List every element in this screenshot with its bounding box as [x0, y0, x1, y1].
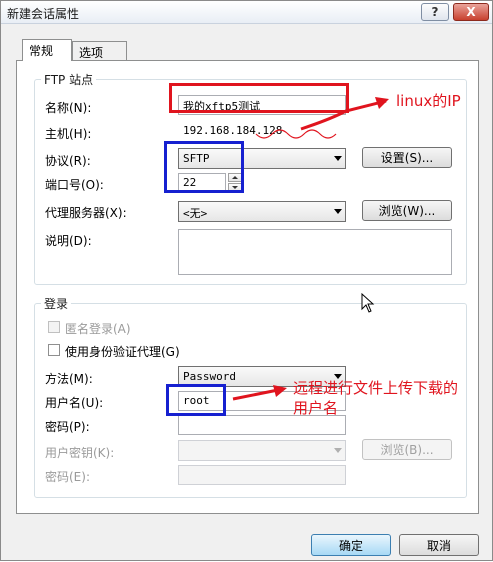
annotation-linux-ip: linux的IP: [396, 92, 461, 110]
annotation-arrows: [232, 97, 389, 401]
annotation-remote-user-line2: 用户名: [293, 399, 339, 417]
tab-general[interactable]: 常规: [22, 39, 72, 61]
mouse-cursor-icon: [361, 293, 375, 313]
session-properties-dialog: 新建会话属性 ? X 常规 选项 FTP 站点 名称(N): 我的xftp5测试…: [0, 0, 493, 561]
arrow-head-icon: [375, 97, 389, 109]
host-underline-squiggle: [255, 129, 337, 139]
annotation-remote-user-line1: 远程进行文件上传下载的: [293, 379, 459, 397]
tab-general-label: 常规: [29, 44, 54, 58]
arrow-head-icon: [273, 385, 287, 397]
arrow-to-ip-label: [300, 99, 387, 131]
